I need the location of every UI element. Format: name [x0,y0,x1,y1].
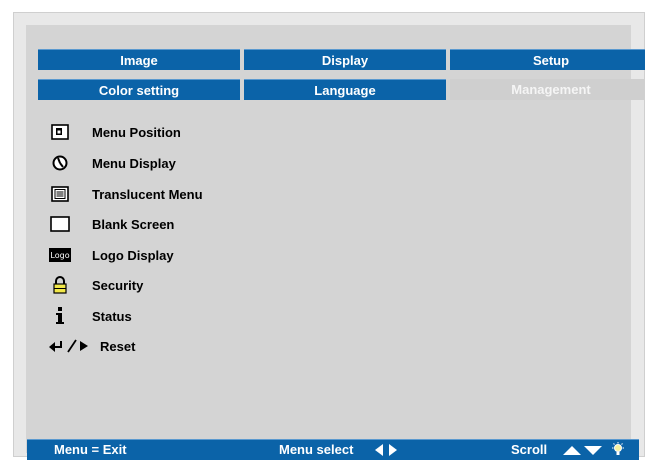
bottom-help-bar: Menu = Exit Menu select Scroll [27,439,639,460]
up-down-arrows-icon [563,444,603,459]
tab-management[interactable]: Management [450,79,645,100]
svg-text:Logo: Logo [50,251,69,260]
lock-icon [48,276,72,294]
menu-item-label: Menu Position [92,124,181,140]
menu-item-label: Logo Display [92,247,174,263]
menu-item-label: Reset [100,338,136,354]
menu-item-label: Translucent Menu [92,186,203,202]
menu-item-menu-display[interactable]: Menu Display [48,152,176,174]
tab-language[interactable]: Language [244,79,446,100]
blank-screen-icon [48,215,72,233]
lightbulb-icon [611,442,625,461]
menu-item-logo-display[interactable]: Logo Logo Display [48,244,174,266]
info-icon [48,307,72,325]
scroll-hint: Scroll [511,442,548,457]
menu-item-blank-screen[interactable]: Blank Screen [48,213,174,235]
menu-exit-hint: Menu = Exit [54,442,127,457]
menu-item-label: Security [92,277,144,293]
menu-item-status[interactable]: Status [48,305,132,327]
left-right-arrows-icon [375,444,397,459]
menu-item-reset[interactable]: Reset [48,335,135,357]
menu-item-label: Status [92,308,132,324]
menu-select-hint: Menu select [279,442,354,457]
menu-item-translucent-menu[interactable]: Translucent Menu [48,183,203,205]
menu-item-security[interactable]: Security [48,274,143,296]
osd-screen: Image Display Setup Color setting Langua… [13,12,645,460]
tab-setup[interactable]: Setup [450,49,645,70]
menu-item-label: Menu Display [92,155,176,171]
menu-position-icon [48,123,72,141]
translucent-menu-icon [48,185,72,203]
reset-icon [48,337,98,355]
tab-display[interactable]: Display [244,49,446,70]
tab-image[interactable]: Image [38,49,240,70]
osd-menu-panel: Image Display Setup Color setting Langua… [26,25,645,453]
menu-display-icon [48,154,72,172]
tab-color-setting[interactable]: Color setting [38,79,240,100]
logo-display-icon: Logo [48,246,72,264]
menu-item-label: Blank Screen [92,216,175,232]
menu-item-menu-position[interactable]: Menu Position [48,121,181,143]
